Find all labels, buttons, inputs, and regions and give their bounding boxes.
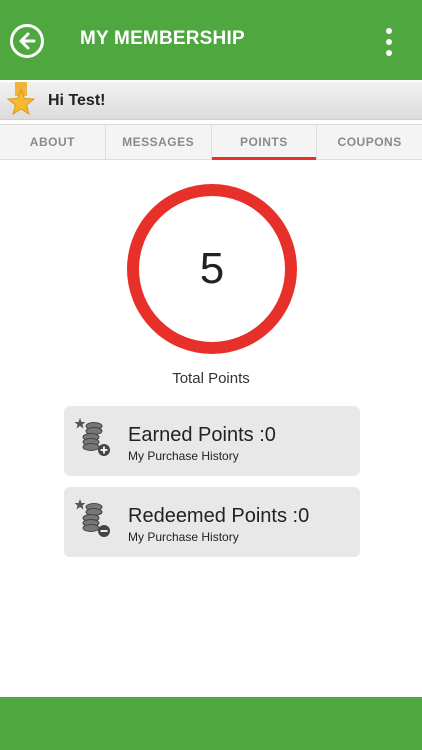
app-footer — [0, 697, 422, 750]
coins-minus-icon — [74, 499, 110, 537]
dot-icon — [386, 28, 392, 34]
overflow-menu-button[interactable] — [384, 28, 394, 56]
total-points-value: 5 — [199, 244, 225, 293]
tab-points[interactable]: POINTS — [211, 125, 318, 160]
tab-bar: ABOUT MESSAGES POINTS COUPONS — [0, 124, 422, 160]
greeting-text: Hi Test! — [48, 92, 106, 109]
back-arrow-icon — [19, 32, 36, 50]
earned-points-title: Earned Points :0 — [128, 424, 276, 446]
redeemed-points-title: Redeemed Points :0 — [128, 505, 310, 527]
tab-messages[interactable]: MESSAGES — [106, 125, 212, 159]
redeemed-points-card[interactable]: Redeemed Points :0 My Purchase History — [64, 487, 360, 557]
earned-purchase-history-link[interactable]: My Purchase History — [128, 449, 239, 463]
redeemed-purchase-history-link[interactable]: My Purchase History — [128, 530, 239, 544]
dot-icon — [386, 39, 392, 45]
tab-coupons[interactable]: COUPONS — [317, 125, 422, 159]
earned-points-card[interactable]: Earned Points :0 My Purchase History — [64, 406, 360, 476]
greeting-bar: Hi Test! — [0, 82, 422, 120]
total-points-label: Total Points — [172, 370, 250, 387]
star-icon — [6, 82, 36, 116]
points-ring: 5 — [127, 184, 297, 354]
page-title: MY MEMBERSHIP — [80, 28, 245, 49]
dot-icon — [386, 50, 392, 56]
app-header: MY MEMBERSHIP — [0, 0, 422, 80]
coins-plus-icon — [74, 418, 110, 456]
tab-about[interactable]: ABOUT — [0, 125, 106, 159]
back-button[interactable] — [10, 24, 44, 58]
